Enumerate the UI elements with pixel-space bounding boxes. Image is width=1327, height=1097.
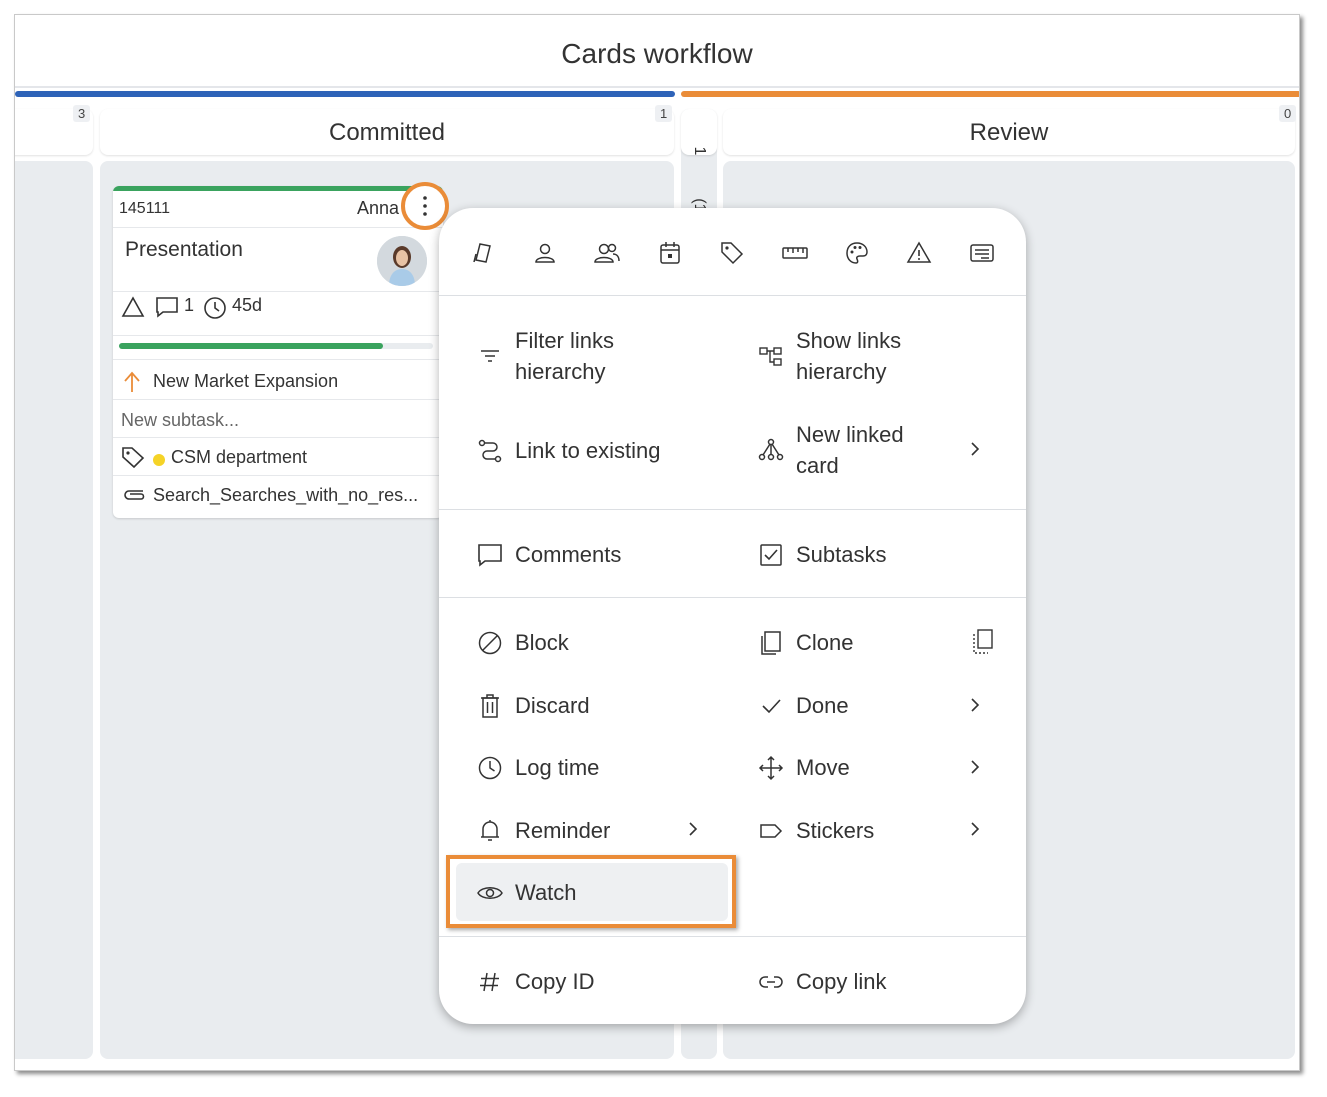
card-id[interactable]: 145111 [119,200,170,218]
menu-item-label: Done [796,693,849,718]
hash-icon [477,969,503,995]
hierarchy-icon [758,343,784,369]
comment-icon[interactable] [155,296,179,318]
bell-icon [477,818,503,844]
clock-icon [203,296,227,320]
wip-count-committed: 1 [655,105,673,122]
palette-icon[interactable] [840,236,874,270]
menu-item-label: Log time [515,755,600,780]
chevron-right-icon [971,442,980,456]
card-owner[interactable]: Anna [357,198,399,219]
comments-count: 1 [184,295,195,315]
chevron-right-icon [971,760,980,774]
menu-item-label: Filter links hierarchy [515,328,615,384]
menu-item-label: Copy link [796,969,887,994]
lane-bar-left [15,91,675,97]
collapsed-column-header[interactable]: 1 [681,109,717,155]
stickers-item[interactable]: Stickers [758,815,874,846]
clone-item[interactable]: Clone [758,627,853,658]
column-header-review[interactable]: Review [723,109,1295,155]
calendar-icon[interactable] [653,236,687,270]
menu-item-label: Show links hierarchy [796,328,902,384]
link-to-existing-item[interactable]: Link to existing [477,435,661,466]
menu-item-label: Copy ID [515,969,595,994]
column-header-committed[interactable]: Committed [100,109,674,155]
copy-link-item[interactable]: Copy link [758,966,886,997]
link-icon [758,969,784,995]
clone-dialog-icon[interactable] [966,625,1000,659]
board-title: Cards workflow [561,38,753,69]
person-icon[interactable] [528,236,562,270]
block-item[interactable]: Block [477,627,569,658]
wip-count-review: 0 [1279,105,1297,122]
subtasks-item[interactable]: Subtasks [758,539,887,570]
tag-icon[interactable] [715,236,749,270]
check-icon [758,693,784,719]
card[interactable]: 145111 Anna Presentation 1 45d New Marke… [113,186,443,518]
move-item[interactable]: Move [758,752,850,783]
discard-item[interactable]: Discard [477,690,590,721]
copy-icon [758,630,784,656]
menu-item-label: Comments [515,542,622,567]
menu-item-label: Reminder [515,818,611,843]
comment-icon [477,542,503,568]
show-links-hierarchy-item[interactable]: Show links hierarchy [758,325,936,387]
move-icon [758,755,784,781]
menu-item-label: New linked card [796,422,904,478]
card-age: 45d [232,295,263,315]
watch-highlight-frame [446,855,736,928]
menu-item-label: Discard [515,693,590,718]
card-attachment[interactable]: Search_Searches_with_no_res... [153,485,418,506]
column-title: Committed [328,119,446,146]
log-time-item[interactable]: Log time [477,752,599,783]
column-body-left [15,161,93,1059]
menu-item-label: Subtasks [796,542,887,567]
done-item[interactable]: Done [758,690,849,721]
warning-icon[interactable] [902,236,936,270]
menu-item-label: Block [515,630,569,655]
chevron-right-icon [689,822,698,836]
avatar[interactable] [377,236,427,286]
card-type-icon[interactable] [466,236,500,270]
link-path-icon [477,438,503,464]
menu-item-label: Clone [796,630,854,655]
new-linked-card-item[interactable]: New linked card [758,419,926,481]
filter-links-hierarchy-item[interactable]: Filter links hierarchy [477,325,665,387]
people-icon[interactable] [590,236,624,270]
paperclip-icon [121,485,147,505]
filter-icon [477,343,503,369]
column-title: Review [969,119,1049,146]
lane-bar-right [681,91,1299,97]
wip-count-left: 3 [73,105,91,122]
menu-item-label: Stickers [796,818,875,843]
reminder-item[interactable]: Reminder [477,815,610,846]
title-divider [15,86,1299,88]
template-icon[interactable] [965,236,999,270]
trash-icon [477,693,503,719]
checkbox-icon [758,542,784,568]
quick-actions-bar [439,208,1026,296]
copy-id-item[interactable]: Copy ID [477,966,594,997]
clock-icon [477,755,503,781]
chevron-right-icon [971,822,980,836]
menu-item-label: Link to existing [515,438,661,463]
new-linked-card-icon [758,437,784,463]
ruler-icon[interactable] [778,236,812,270]
collapsed-column-title: 1 [691,146,708,156]
menu-item-label: Move [796,755,850,780]
sticker-icon [758,818,784,844]
block-status-icon[interactable] [121,296,145,318]
block-icon [477,630,503,656]
chevron-right-icon [971,698,980,712]
comments-item[interactable]: Comments [477,539,621,570]
card-title[interactable]: Presentation [125,238,243,262]
